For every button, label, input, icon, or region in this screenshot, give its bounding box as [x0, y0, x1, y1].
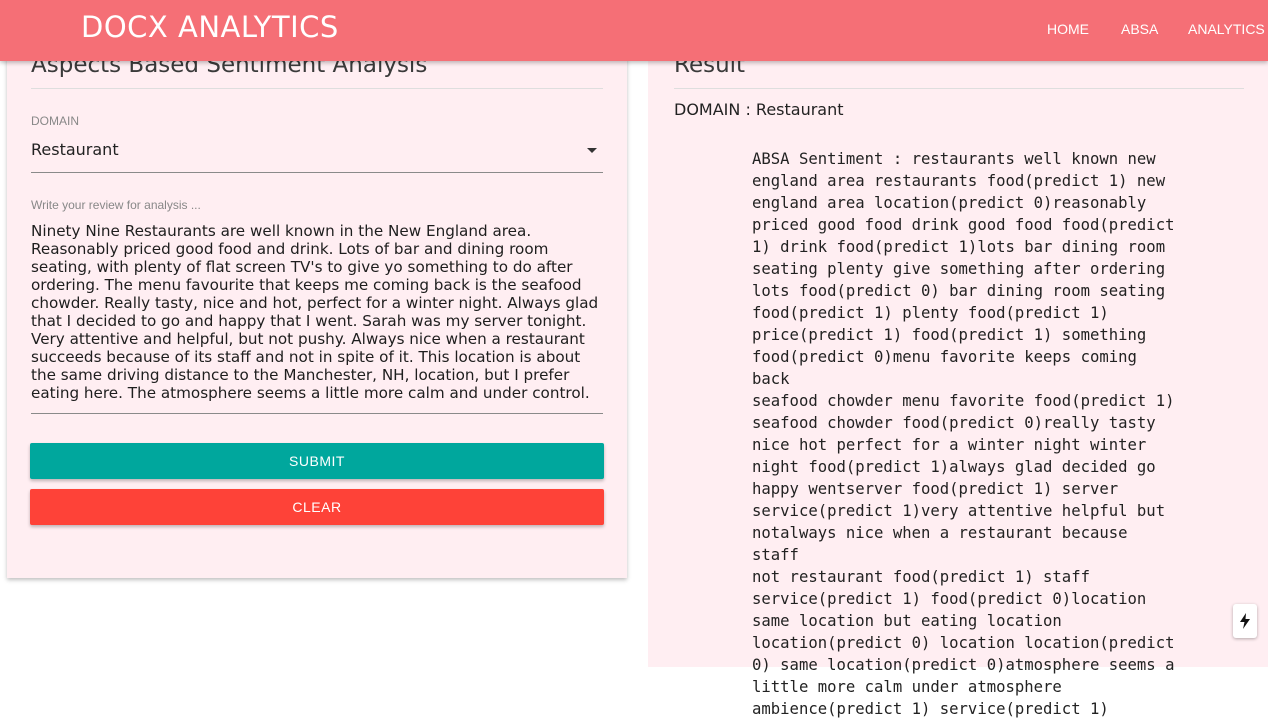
result-line: 0) same location(predict 0)atmosphere se… — [752, 656, 1175, 674]
result-line: location(predict 0) location location(pr… — [752, 634, 1175, 652]
clear-button[interactable]: CLEAR — [30, 489, 604, 525]
domain-selected-value: Restaurant — [31, 140, 119, 159]
result-line: ABSA Sentiment : restaurants well known … — [752, 150, 1156, 168]
nav-absa-link[interactable]: ABSA — [1121, 21, 1158, 37]
top-navbar: DOCX ANALYTICS HOME ABSA ANALYTICS — [0, 0, 1268, 61]
lightning-bolt-icon — [1240, 613, 1250, 629]
result-line: seating plenty give something after orde… — [752, 260, 1166, 278]
title-divider — [31, 88, 603, 89]
submit-button[interactable]: SUBMIT — [30, 443, 604, 479]
absa-input-card: Aspects Based Sentiment Analysis DOMAIN … — [7, 40, 627, 578]
nav-home-link[interactable]: HOME — [1047, 21, 1089, 37]
result-line: england area location(predict 0)reasonab… — [752, 194, 1147, 212]
result-line: priced good food drink good food food(pr… — [752, 216, 1175, 234]
result-line: notalways nice when a restaurant because… — [752, 524, 1128, 564]
result-line: nice hot perfect for a winter night wint… — [752, 436, 1147, 454]
absa-result-text: ABSA Sentiment : restaurants well known … — [752, 148, 1182, 720]
review-field-label: Write your review for analysis ... — [31, 198, 201, 212]
result-line: service(predict 1)very attentive helpful… — [752, 502, 1166, 520]
result-line: england area restaurants food(predict 1)… — [752, 172, 1166, 190]
domain-select[interactable]: Restaurant — [31, 138, 603, 173]
result-domain-line: DOMAIN : Restaurant — [674, 100, 844, 119]
result-line: seafood chowder food(predict 0)really ta… — [752, 414, 1156, 432]
result-line: food(predict 1) plenty food(predict 1) — [752, 304, 1109, 322]
chevron-down-icon[interactable] — [587, 148, 597, 153]
result-line: not restaurant food(predict 1) staff — [752, 568, 1090, 586]
brand-logo-text[interactable]: DOCX ANALYTICS — [81, 10, 339, 44]
result-title-divider — [674, 88, 1244, 89]
result-line: price(predict 1) food(predict 1) somethi… — [752, 326, 1147, 344]
result-line: night food(predict 1)always glad decided… — [752, 458, 1156, 476]
result-line: food(predict 0)menu favorite keeps comin… — [752, 348, 1137, 388]
domain-field-label: DOMAIN — [31, 114, 79, 128]
result-line: same location but eating location — [752, 612, 1062, 630]
result-line: little more calm under atmosphere — [752, 678, 1062, 696]
nav-analytics-link[interactable]: ANALYTICS — [1188, 21, 1265, 37]
result-line: ambience(predict 1) service(predict 1) — [752, 700, 1109, 718]
result-line: 1) drink food(predict 1)lots bar dining … — [752, 238, 1166, 256]
result-line: service(predict 1) food(predict 0)locati… — [752, 590, 1147, 608]
result-line: lots food(predict 0) bar dining room sea… — [752, 282, 1166, 300]
result-line: happy wentserver food(predict 1) server — [752, 480, 1119, 498]
result-line: seafood chowder menu favorite food(predi… — [752, 392, 1175, 410]
result-card: Result DOMAIN : Restaurant ABSA Sentimen… — [648, 40, 1268, 718]
review-textarea[interactable]: Ninety Nine Restaurants are well known i… — [31, 222, 603, 414]
quick-action-button[interactable] — [1233, 604, 1257, 638]
